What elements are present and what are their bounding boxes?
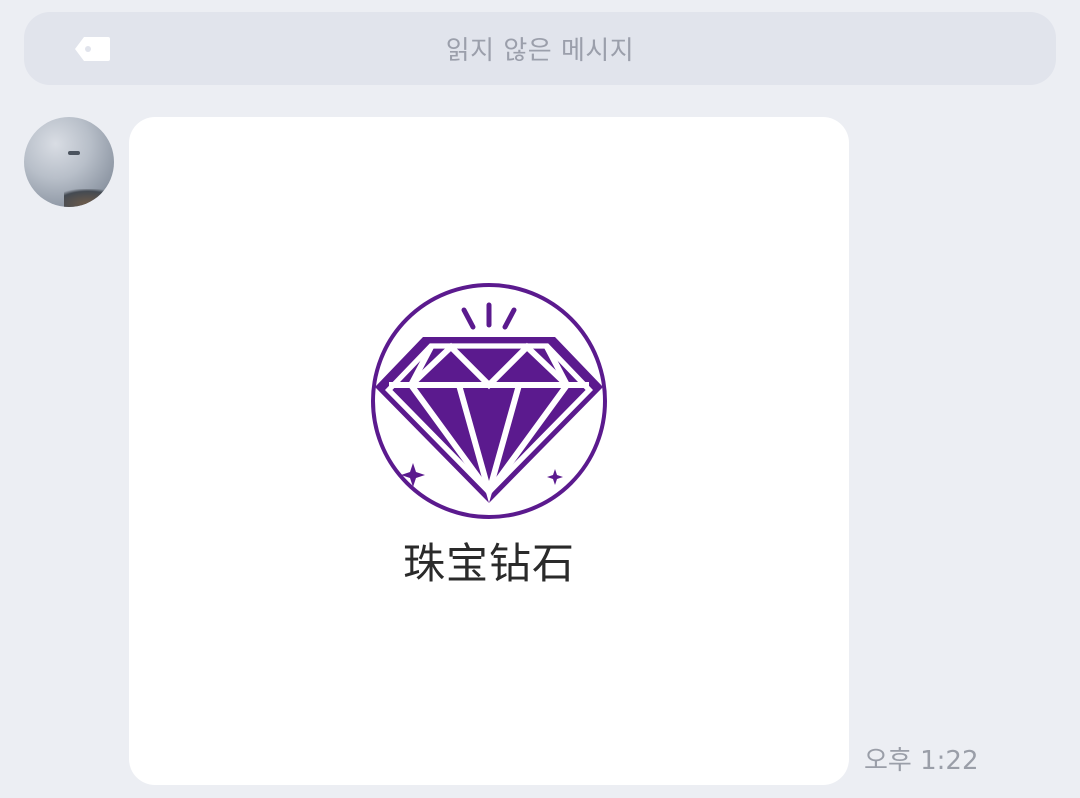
avatar[interactable] [24, 117, 114, 207]
message-timestamp: 오후 1:22 [864, 746, 979, 776]
avatar-shore [64, 189, 114, 207]
avatar-boat [68, 151, 80, 155]
image-caption: 珠宝钻石 [402, 539, 575, 588]
diamond-icon [371, 283, 607, 519]
unread-messages-banner[interactable]: 읽지 않은 메시지 [24, 12, 1056, 85]
unread-messages-label: 읽지 않은 메시지 [445, 36, 635, 66]
tag-icon [75, 37, 110, 61]
image-message-bubble[interactable]: 珠宝钻石 [129, 117, 849, 785]
